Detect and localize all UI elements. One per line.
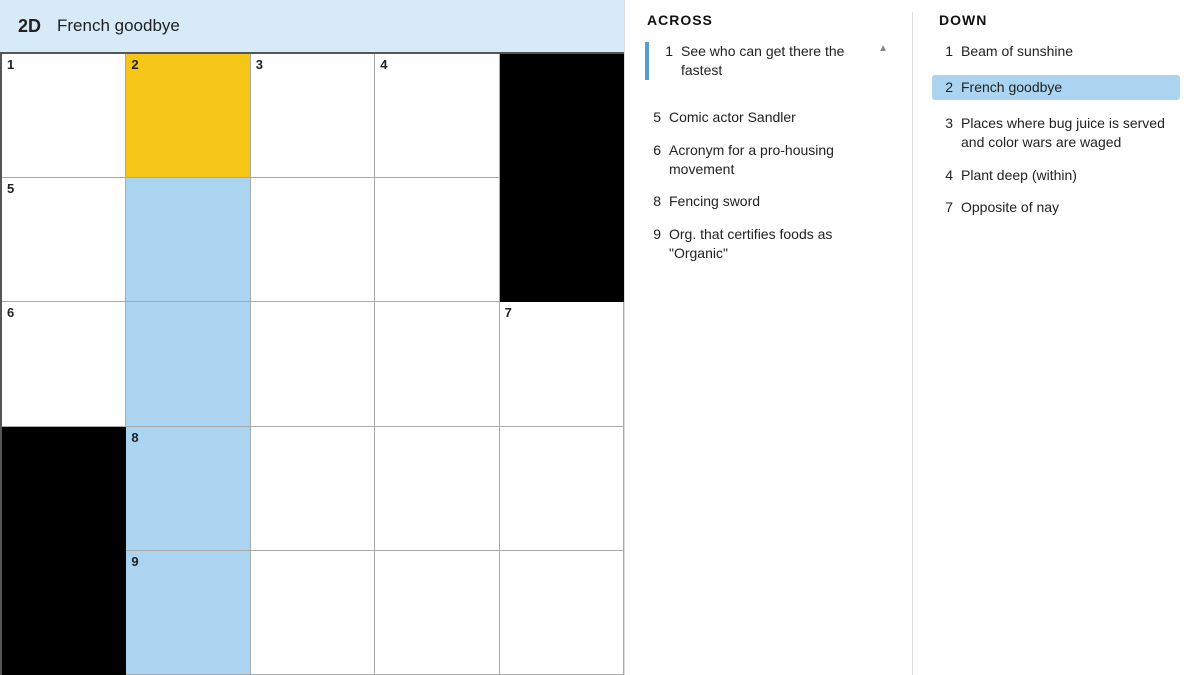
cell-r0-c1[interactable]: 2 — [126, 54, 250, 178]
cell-r2-c4[interactable]: 7 — [500, 302, 624, 426]
active-clue-number: 2D — [18, 16, 41, 37]
clue-item-across-8[interactable]: 8 Fencing sword — [645, 192, 888, 211]
clue-num-across-5: 5 — [645, 108, 661, 127]
cell-r4-c1[interactable]: 9 — [126, 551, 250, 675]
clue-text-down-1: Beam of sunshine — [961, 42, 1180, 61]
cell-r4-c4[interactable] — [500, 551, 624, 675]
cell-r3-c3[interactable] — [375, 427, 499, 551]
across-clue-list: 1 See who can get there the fastest ▲ — [657, 42, 888, 80]
clue-text-across-6: Acronym for a pro-housing movement — [669, 141, 888, 179]
clue-num-across-6: 6 — [645, 141, 661, 160]
clue-num-down-1: 1 — [937, 42, 953, 61]
clue-item-down-2[interactable]: 2 French goodbye — [932, 75, 1180, 100]
clue-num-down-7: 7 — [937, 198, 953, 217]
cell-r0-c3[interactable]: 4 — [375, 54, 499, 178]
clue-num-down-3: 3 — [937, 114, 953, 133]
cell-r0-c2[interactable]: 3 — [251, 54, 375, 178]
across-clue-list-rest: 5 Comic actor Sandler 6 Acronym for a pr… — [645, 108, 888, 263]
cell-number-1: 1 — [7, 58, 14, 71]
active-clue-text: French goodbye — [57, 16, 180, 36]
clue-item-down-7[interactable]: 7 Opposite of nay — [937, 198, 1180, 217]
clue-text-down-7: Opposite of nay — [961, 198, 1180, 217]
cell-r3-c0 — [2, 427, 126, 551]
clue-text-across-1: See who can get there the fastest — [681, 42, 866, 80]
clue-text-down-4: Plant deep (within) — [961, 166, 1180, 185]
down-title: DOWN — [937, 12, 1180, 28]
cell-number-2: 2 — [131, 58, 138, 71]
crossword-grid[interactable]: 1 2 3 4 5 6 7 8 9 — [0, 52, 624, 675]
clue-num-down-2: 2 — [937, 78, 953, 97]
cell-number-9: 9 — [131, 555, 138, 568]
cell-r2-c0[interactable]: 6 — [2, 302, 126, 426]
progress-icon-across-1: ▲ — [878, 42, 888, 56]
cell-number-3: 3 — [256, 58, 263, 71]
down-section: DOWN 1 Beam of sunshine 2 French goodbye… — [917, 12, 1200, 675]
cell-r2-c2[interactable] — [251, 302, 375, 426]
across-title: ACROSS — [645, 12, 888, 28]
clue-num-down-4: 4 — [937, 166, 953, 185]
clue-item-down-1[interactable]: 1 Beam of sunshine — [937, 42, 1180, 61]
cell-number-5: 5 — [7, 182, 14, 195]
clue-text-across-8: Fencing sword — [669, 192, 888, 211]
clue-item-across-1[interactable]: 1 See who can get there the fastest ▲ — [657, 42, 888, 80]
cell-r1-c0[interactable]: 5 — [2, 178, 126, 302]
cell-r0-c0[interactable]: 1 — [2, 54, 126, 178]
clues-divider — [912, 12, 913, 675]
cell-r1-c3[interactable] — [375, 178, 499, 302]
right-panel: ACROSS 1 See who can get there the faste… — [625, 0, 1200, 675]
clue-text-down-3: Places where bug juice is served and col… — [961, 114, 1180, 152]
accent-bar — [645, 42, 649, 80]
cell-r1-c1[interactable] — [126, 178, 250, 302]
cell-r3-c2[interactable] — [251, 427, 375, 551]
down-clue-list: 1 Beam of sunshine 2 French goodbye 3 Pl… — [937, 42, 1180, 217]
across-section: ACROSS 1 See who can get there the faste… — [625, 12, 908, 675]
clue-text-across-9: Org. that certifies foods as "Organic" — [669, 225, 888, 263]
left-panel: 2D French goodbye 1 2 3 4 5 6 7 8 9 — [0, 0, 625, 675]
clue-item-across-9[interactable]: 9 Org. that certifies foods as "Organic" — [645, 225, 888, 263]
cell-r3-c1[interactable]: 8 — [126, 427, 250, 551]
cell-r1-c2[interactable] — [251, 178, 375, 302]
cell-r4-c3[interactable] — [375, 551, 499, 675]
cell-number-6: 6 — [7, 306, 14, 319]
cell-number-7: 7 — [505, 306, 512, 319]
cell-r3-c4[interactable] — [500, 427, 624, 551]
grid-wrapper: 1 2 3 4 5 6 7 8 9 — [0, 52, 624, 675]
clue-item-across-5[interactable]: 5 Comic actor Sandler — [645, 108, 888, 127]
clue-item-down-4[interactable]: 4 Plant deep (within) — [937, 166, 1180, 185]
clue-text-across-5: Comic actor Sandler — [669, 108, 888, 127]
cell-r2-c3[interactable] — [375, 302, 499, 426]
clue-num-across-8: 8 — [645, 192, 661, 211]
cell-r0-c4 — [500, 54, 624, 178]
clue-num-across-1: 1 — [657, 42, 673, 61]
cell-number-8: 8 — [131, 431, 138, 444]
active-clue-header: 2D French goodbye — [0, 0, 624, 52]
clue-item-across-6[interactable]: 6 Acronym for a pro-housing movement — [645, 141, 888, 179]
clue-item-down-3[interactable]: 3 Places where bug juice is served and c… — [937, 114, 1180, 152]
cell-number-4: 4 — [380, 58, 387, 71]
cell-r1-c4 — [500, 178, 624, 302]
clue-text-down-2: French goodbye — [961, 78, 1175, 97]
cell-r2-c1[interactable] — [126, 302, 250, 426]
cell-r4-c2[interactable] — [251, 551, 375, 675]
cell-r4-c0 — [2, 551, 126, 675]
clue-num-across-9: 9 — [645, 225, 661, 244]
clue-1-across-container: 1 See who can get there the fastest ▲ — [645, 42, 888, 94]
